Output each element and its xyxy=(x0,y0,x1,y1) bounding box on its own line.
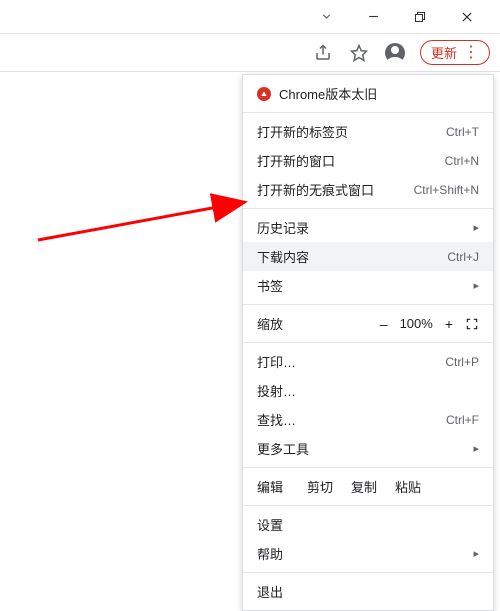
separator xyxy=(243,467,493,468)
separator xyxy=(243,342,493,343)
edit-cut[interactable]: 剪切 xyxy=(307,477,333,496)
menu-new-tab[interactable]: 打开新的标签页 Ctrl+T xyxy=(243,117,493,146)
update-label: 更新 xyxy=(431,43,457,62)
menu-history[interactable]: 历史记录 ▸ xyxy=(243,213,493,242)
submenu-arrow-icon: ▸ xyxy=(473,442,479,455)
chevron-down-icon[interactable] xyxy=(320,10,333,23)
submenu-arrow-icon: ▸ xyxy=(473,221,479,234)
edit-copy[interactable]: 复制 xyxy=(351,477,377,496)
separator xyxy=(243,505,493,506)
menu-new-window[interactable]: 打开新的窗口 Ctrl+N xyxy=(243,146,493,175)
minimize-icon[interactable] xyxy=(367,10,380,23)
menu-exit[interactable]: 退出 xyxy=(243,577,493,606)
menu-downloads[interactable]: 下载内容 Ctrl+J xyxy=(243,242,493,271)
annotation-arrow xyxy=(30,130,260,250)
menu-edit: 编辑 剪切 复制 粘贴 xyxy=(243,472,493,501)
menu-find[interactable]: 查找… Ctrl+F xyxy=(243,405,493,434)
maximize-icon[interactable] xyxy=(414,11,426,23)
browser-toolbar: 更新 ⋮ xyxy=(0,34,500,72)
menu-bookmarks[interactable]: 书签 ▸ xyxy=(243,271,493,300)
zoom-in-button[interactable]: + xyxy=(445,316,453,332)
main-menu: Chrome版本太旧 打开新的标签页 Ctrl+T 打开新的窗口 Ctrl+N … xyxy=(242,74,494,611)
submenu-arrow-icon: ▸ xyxy=(473,279,479,292)
submenu-arrow-icon: ▸ xyxy=(473,547,479,560)
zoom-out-button[interactable]: – xyxy=(380,316,388,332)
menu-zoom: 缩放 – 100% + xyxy=(243,309,493,338)
menu-cast[interactable]: 投射… xyxy=(243,376,493,405)
menu-incognito[interactable]: 打开新的无痕式窗口 Ctrl+Shift+N xyxy=(243,175,493,204)
separator xyxy=(243,304,493,305)
warning-text: Chrome版本太旧 xyxy=(279,84,377,103)
separator xyxy=(243,572,493,573)
window-controls xyxy=(0,0,500,34)
share-icon[interactable] xyxy=(312,42,334,64)
profile-avatar[interactable] xyxy=(384,42,406,64)
warning-icon xyxy=(257,87,271,101)
star-icon[interactable] xyxy=(348,42,370,64)
zoom-label: 缩放 xyxy=(257,314,283,333)
close-icon[interactable] xyxy=(460,10,474,24)
edit-paste[interactable]: 粘贴 xyxy=(395,477,421,496)
menu-settings[interactable]: 设置 xyxy=(243,510,493,539)
zoom-value: 100% xyxy=(400,316,433,331)
menu-more-tools[interactable]: 更多工具 ▸ xyxy=(243,434,493,463)
menu-print[interactable]: 打印… Ctrl+P xyxy=(243,347,493,376)
separator xyxy=(243,112,493,113)
update-button[interactable]: 更新 ⋮ xyxy=(420,40,490,65)
edit-label: 编辑 xyxy=(257,477,283,496)
menu-warning[interactable]: Chrome版本太旧 xyxy=(243,79,493,108)
menu-help[interactable]: 帮助 ▸ xyxy=(243,539,493,568)
fullscreen-icon[interactable] xyxy=(465,317,479,331)
separator xyxy=(243,208,493,209)
